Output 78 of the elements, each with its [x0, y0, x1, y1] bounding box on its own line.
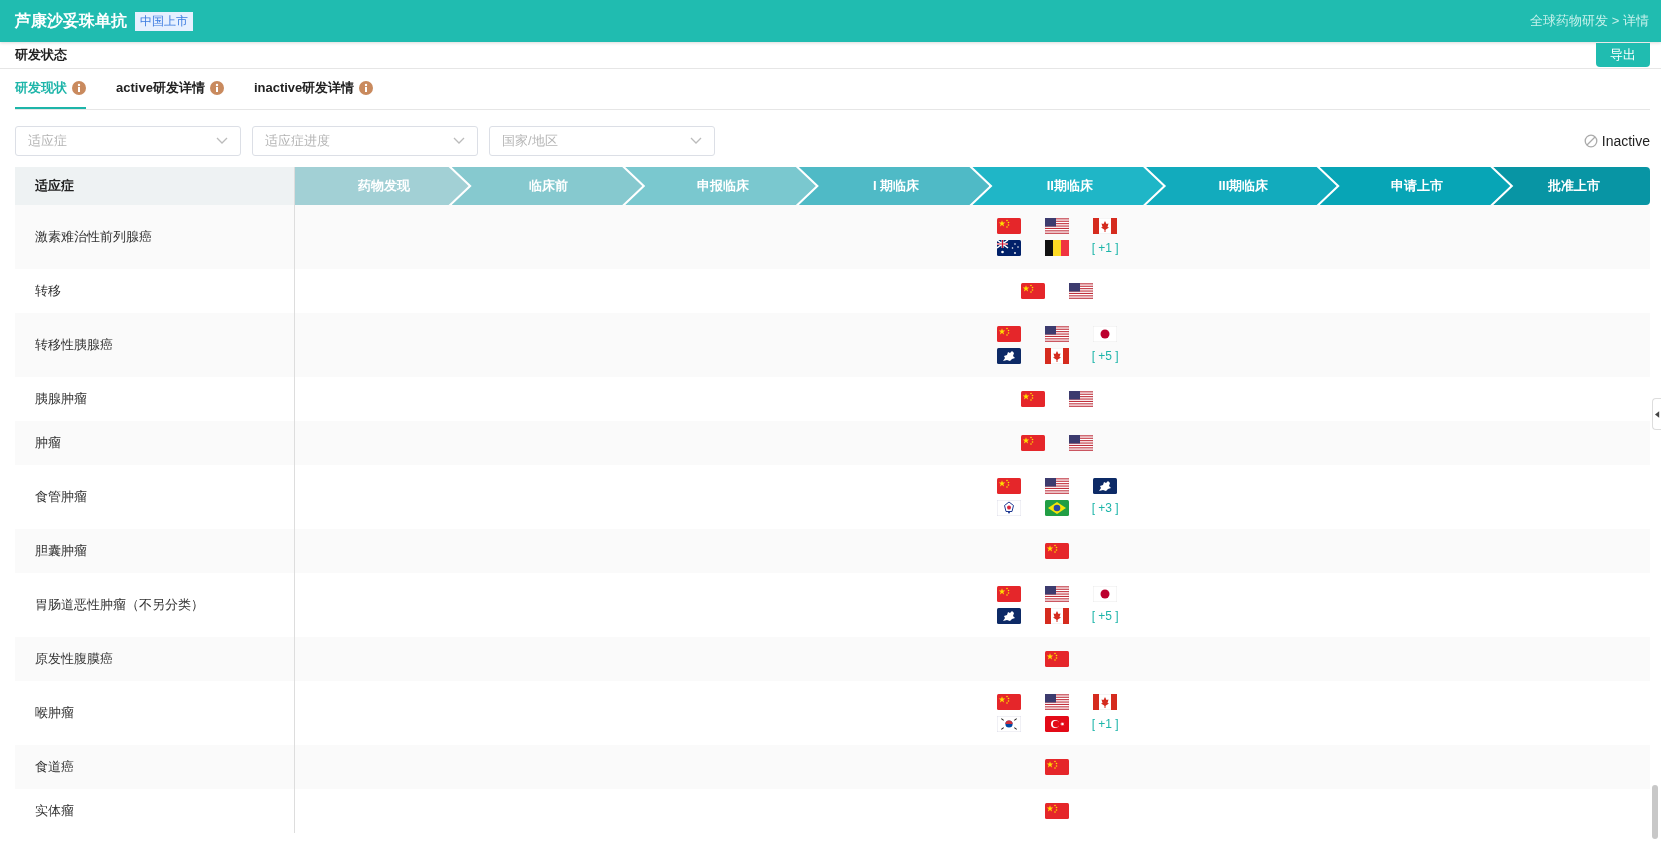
section-title: 研发状态: [15, 46, 67, 64]
more-count[interactable]: [ +5 ]: [1091, 349, 1119, 363]
stage-header: III期临床: [1146, 167, 1337, 205]
flag-icon: [997, 478, 1022, 494]
tab[interactable]: 研发现状: [15, 69, 86, 109]
flag-icon: [1045, 759, 1070, 775]
more-count[interactable]: [ +3 ]: [1091, 501, 1119, 515]
flag-icon: [1069, 435, 1094, 451]
indication-cell: 转移性胰腺癌: [15, 313, 295, 377]
flag-icon: [1045, 586, 1070, 602]
export-button[interactable]: 导出: [1596, 43, 1650, 67]
dropdown[interactable]: 适应症: [15, 126, 241, 156]
flag-icon: [1045, 326, 1070, 342]
stage-header: 临床前: [451, 167, 643, 205]
flag-icon: [997, 218, 1022, 234]
flag-icon: [1021, 435, 1046, 451]
column-header: 适应症: [15, 167, 295, 205]
status-tag: 中国上市: [135, 11, 193, 31]
breadcrumb[interactable]: 全球药物研发 > 详情: [1530, 12, 1649, 30]
chevron-icon: [690, 137, 702, 145]
flag-icon: [997, 694, 1022, 710]
tab[interactable]: inactive研发详情: [253, 69, 374, 109]
indication-cell: 胆囊肿瘤: [15, 529, 295, 573]
chevron-icon: [216, 137, 228, 145]
stage-header: I 期临床: [798, 167, 990, 205]
more-count[interactable]: [ +1 ]: [1091, 717, 1119, 731]
flag-icon: [1093, 326, 1118, 342]
more-count[interactable]: [ +1 ]: [1091, 241, 1119, 255]
info-icon[interactable]: [359, 81, 374, 95]
indication-cell: 肿瘤: [15, 421, 295, 465]
indication-cell: 实体瘤: [15, 789, 295, 833]
flag-icon: [1045, 694, 1070, 710]
stage-header: 药物发现: [295, 167, 469, 205]
legend-label: Inactive: [1601, 133, 1650, 149]
flag-icon: [1045, 716, 1070, 732]
flag-icon: [1069, 391, 1094, 407]
indication-cell: 原发性腹膜癌: [15, 637, 295, 681]
stage-header: 批准上市: [1493, 167, 1650, 205]
flag-icon: [1045, 478, 1070, 494]
flag-icon: [1093, 218, 1118, 234]
caret-icon: [1654, 410, 1660, 418]
indication-cell: 食道癌: [15, 745, 295, 789]
flag-icon: [1045, 500, 1070, 516]
flag-icon: [1093, 694, 1118, 710]
flag-icon: [1069, 283, 1094, 299]
flag-icon: [1021, 283, 1046, 299]
flag-icon: [1093, 586, 1118, 602]
flag-icon: [997, 608, 1022, 624]
info-icon[interactable]: [72, 81, 86, 95]
collapse-handle[interactable]: [1652, 398, 1661, 430]
flag-icon: [997, 240, 1022, 256]
scrollbar[interactable]: [1652, 785, 1658, 839]
tab[interactable]: active研发详情: [116, 69, 224, 109]
stage-header: II期临床: [972, 167, 1164, 205]
indication-cell: 激素难治性前列腺癌: [15, 205, 295, 269]
flag-icon: [997, 326, 1022, 342]
stage-header: 申报临床: [625, 167, 816, 205]
info-icon[interactable]: [209, 81, 224, 95]
flag-icon: [1093, 478, 1118, 494]
flag-icon: [1045, 803, 1070, 819]
flag-icon: [1045, 218, 1070, 234]
flag-icon: [997, 716, 1022, 732]
flag-icon: [1021, 391, 1046, 407]
more-count[interactable]: [ +5 ]: [1091, 609, 1119, 623]
dropdown[interactable]: 适应症进度: [252, 126, 478, 156]
drug-title: 芦康沙妥珠单抗: [15, 10, 127, 31]
flag-icon: [1045, 543, 1070, 559]
flag-icon: [997, 586, 1022, 602]
inactive-icon: [1583, 134, 1598, 148]
flag-icon: [997, 348, 1022, 364]
flag-icon: [997, 500, 1022, 516]
flag-icon: [1045, 608, 1070, 624]
stage-header: 申请上市: [1319, 167, 1511, 205]
chevron-icon: [453, 137, 465, 145]
dropdown[interactable]: 国家/地区: [489, 126, 715, 156]
flag-icon: [1045, 348, 1070, 364]
flag-icon: [1045, 240, 1070, 256]
flag-icon: [1045, 651, 1070, 667]
